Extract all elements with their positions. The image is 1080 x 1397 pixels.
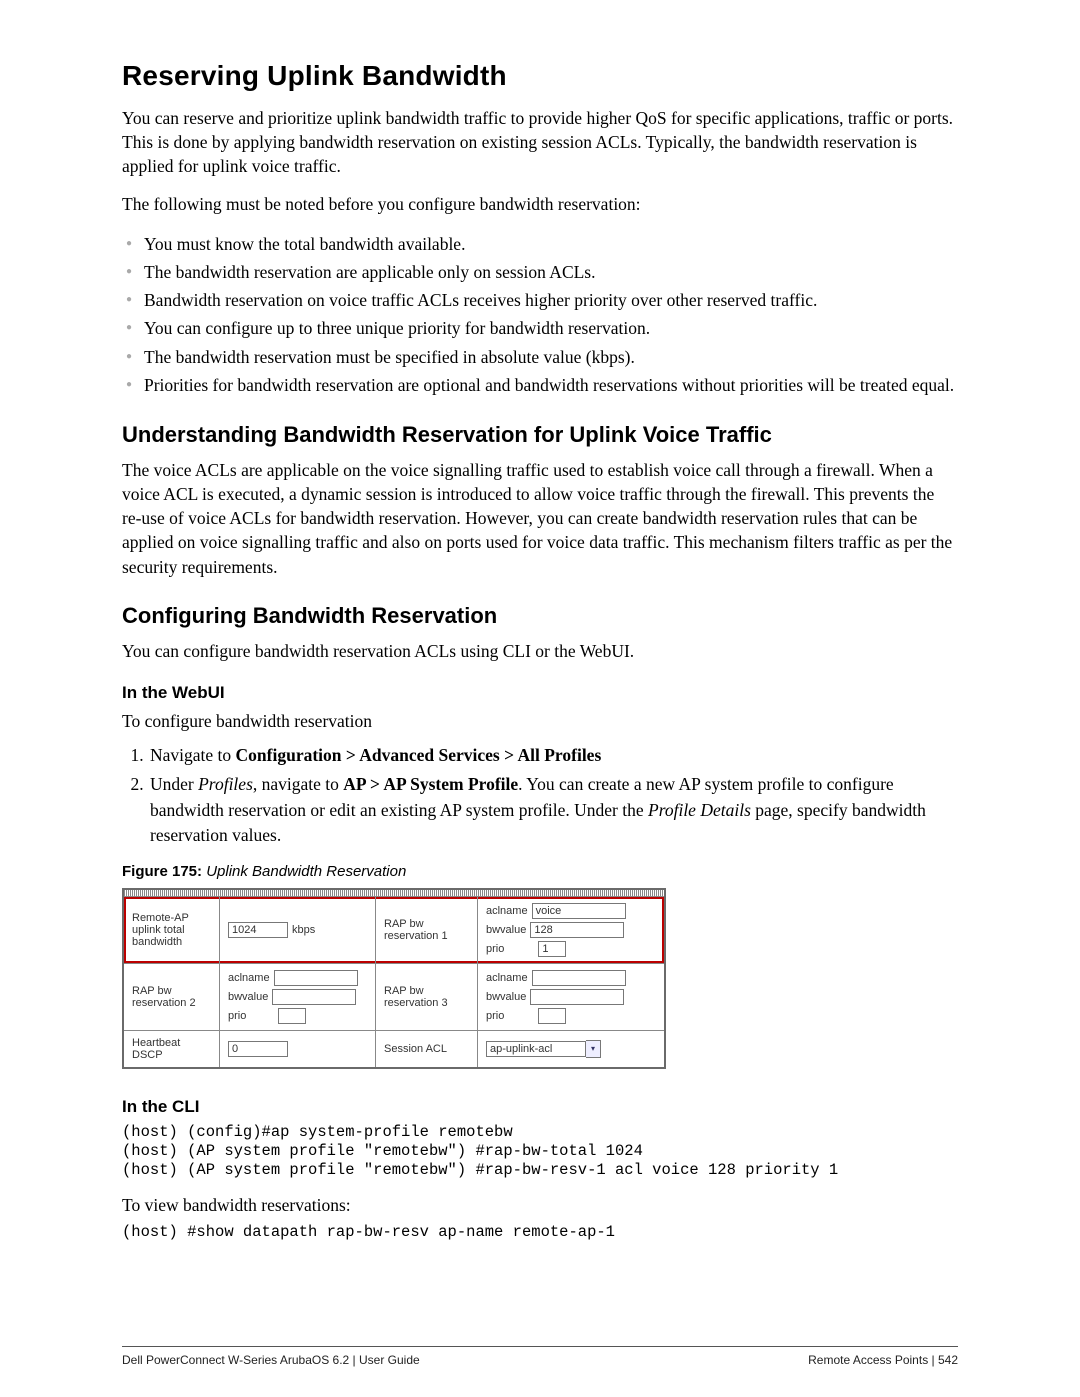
r3-valueB: ap-uplink-acl ▾ bbox=[478, 1031, 664, 1067]
figure-caption: Figure 175: Uplink Bandwidth Reservation bbox=[122, 863, 958, 880]
r1-valueB: aclname voice bwvalue 128 prio 1 bbox=[478, 897, 664, 963]
step-1: Navigate to Configuration > Advanced Ser… bbox=[148, 743, 958, 768]
kv-prio-label: prio bbox=[228, 1010, 246, 1022]
r2-valueA: aclname bwvalue prio bbox=[220, 964, 376, 1030]
footer-left: Dell PowerConnect W-Series ArubaOS 6.2 |… bbox=[122, 1353, 420, 1367]
uplink-total-input[interactable]: 1024 bbox=[228, 922, 288, 938]
kv-aclname-label: aclname bbox=[486, 905, 528, 917]
r2-labelB: RAP bw reservation 3 bbox=[376, 964, 478, 1030]
webui-lead: To configure bandwidth reservation bbox=[122, 709, 958, 733]
note-item: The bandwidth reservation must be specif… bbox=[122, 344, 958, 370]
figure-row-2: RAP bw reservation 2 aclname bwvalue pri… bbox=[124, 963, 664, 1030]
footer-right: Remote Access Points | 542 bbox=[808, 1353, 958, 1367]
cli-block-2: (host) #show datapath rap-bw-resv ap-nam… bbox=[122, 1223, 958, 1242]
note-item: You must know the total bandwidth availa… bbox=[122, 231, 958, 257]
configuring-heading: Configuring Bandwidth Reservation bbox=[122, 603, 958, 629]
kv-bwvalue-label: bwvalue bbox=[228, 991, 268, 1003]
figure-table: Remote-AP uplink total bandwidth 1024 kb… bbox=[122, 888, 666, 1069]
note-item: Bandwidth reservation on voice traffic A… bbox=[122, 287, 958, 313]
cli-block-1: (host) (config)#ap system-profile remote… bbox=[122, 1123, 958, 1181]
figure-title: Uplink Bandwidth Reservation bbox=[202, 863, 406, 880]
resv2-prio-input[interactable] bbox=[278, 1008, 306, 1024]
r3-valueA: 0 bbox=[220, 1031, 376, 1067]
resv1-bwvalue-input[interactable]: 128 bbox=[530, 922, 624, 938]
session-acl-select[interactable]: ap-uplink-acl bbox=[486, 1041, 586, 1057]
note-item: The bandwidth reservation are applicable… bbox=[122, 259, 958, 285]
step2-path: AP > AP System Profile bbox=[343, 774, 518, 794]
step1-pre: Navigate to bbox=[150, 745, 236, 765]
resv1-aclname-input[interactable]: voice bbox=[532, 903, 626, 919]
cli-view-lead: To view bandwidth reservations: bbox=[122, 1193, 958, 1217]
understanding-heading: Understanding Bandwidth Reservation for … bbox=[122, 422, 958, 448]
figure-top-strip bbox=[124, 890, 664, 897]
resv2-aclname-input[interactable] bbox=[274, 970, 358, 986]
kv-prio-label: prio bbox=[486, 943, 504, 955]
resv3-bwvalue-input[interactable] bbox=[530, 989, 624, 1005]
kv-aclname-label: aclname bbox=[486, 972, 528, 984]
resv3-aclname-input[interactable] bbox=[532, 970, 626, 986]
step2-profile-details: Profile Details bbox=[648, 800, 751, 820]
step-2: Under Profiles, navigate to AP > AP Syst… bbox=[148, 772, 958, 848]
kv-bwvalue-label: bwvalue bbox=[486, 991, 526, 1003]
document-page: Reserving Uplink Bandwidth You can reser… bbox=[0, 0, 1080, 1397]
kv-bwvalue-label: bwvalue bbox=[486, 924, 526, 936]
chevron-down-icon[interactable]: ▾ bbox=[586, 1040, 601, 1058]
resv3-prio-input[interactable] bbox=[538, 1008, 566, 1024]
kv-aclname-label: aclname bbox=[228, 972, 270, 984]
figure-row-1: Remote-AP uplink total bandwidth 1024 kb… bbox=[124, 897, 664, 963]
notes-lead: The following must be noted before you c… bbox=[122, 192, 958, 216]
note-item: You can configure up to three unique pri… bbox=[122, 315, 958, 341]
step2-a: Under bbox=[150, 774, 198, 794]
resv1-prio-input[interactable]: 1 bbox=[538, 941, 566, 957]
r3-labelA: Heartbeat DSCP bbox=[124, 1031, 220, 1067]
r2-labelA: RAP bw reservation 2 bbox=[124, 964, 220, 1030]
intro-paragraph: You can reserve and prioritize uplink ba… bbox=[122, 106, 958, 178]
webui-steps: Navigate to Configuration > Advanced Ser… bbox=[122, 743, 958, 849]
note-item: Priorities for bandwidth reservation are… bbox=[122, 372, 958, 398]
heartbeat-dscp-input[interactable]: 0 bbox=[228, 1041, 288, 1057]
page-title: Reserving Uplink Bandwidth bbox=[122, 60, 958, 92]
figure-label: Figure 175: bbox=[122, 863, 202, 880]
r1-labelA: Remote-AP uplink total bandwidth bbox=[124, 897, 220, 963]
figure-row-3: Heartbeat DSCP 0 Session ACL ap-uplink-a… bbox=[124, 1030, 664, 1067]
step2-profiles: Profiles bbox=[198, 774, 253, 794]
r3-labelB: Session ACL bbox=[376, 1031, 478, 1067]
r1-labelB: RAP bw reservation 1 bbox=[376, 897, 478, 963]
r1-valueA: 1024 kbps bbox=[220, 897, 376, 963]
webui-heading: In the WebUI bbox=[122, 683, 958, 703]
understanding-body: The voice ACLs are applicable on the voi… bbox=[122, 458, 958, 579]
uplink-total-unit: kbps bbox=[292, 924, 315, 936]
r2-valueB: aclname bwvalue prio bbox=[478, 964, 664, 1030]
step2-c: , navigate to bbox=[253, 774, 343, 794]
page-footer: Dell PowerConnect W-Series ArubaOS 6.2 |… bbox=[122, 1346, 958, 1367]
resv2-bwvalue-input[interactable] bbox=[272, 989, 356, 1005]
step1-path: Configuration > Advanced Services > All … bbox=[236, 745, 602, 765]
kv-prio-label: prio bbox=[486, 1010, 504, 1022]
cli-heading: In the CLI bbox=[122, 1097, 958, 1117]
notes-list: You must know the total bandwidth availa… bbox=[122, 231, 958, 399]
configuring-body: You can configure bandwidth reservation … bbox=[122, 639, 958, 663]
